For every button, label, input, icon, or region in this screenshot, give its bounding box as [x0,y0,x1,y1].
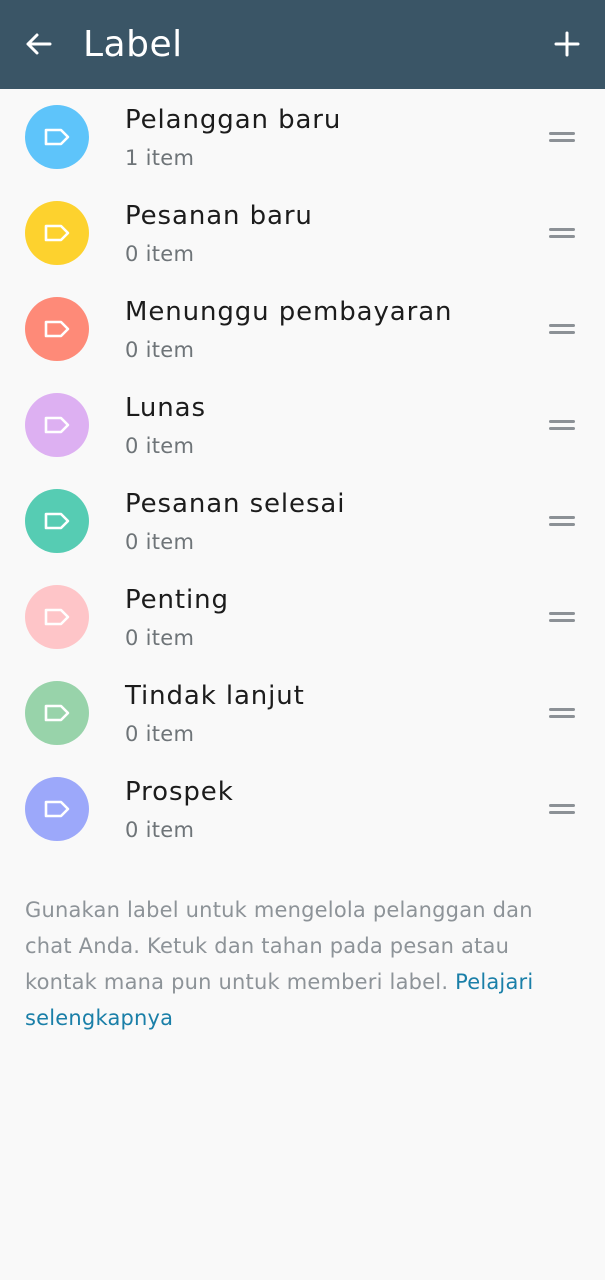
label-count: 0 item [125,242,195,266]
label-tag-icon [44,416,70,434]
label-avatar [25,393,89,457]
label-row[interactable]: Pesanan selesai 0 item [0,473,605,569]
label-row[interactable]: Penting 0 item [0,569,605,665]
label-count: 0 item [125,626,195,650]
label-tag-icon [44,224,70,242]
drag-handle[interactable] [547,607,577,627]
label-row[interactable]: Prospek 0 item [0,761,605,857]
drag-handle-icon [549,324,575,334]
label-count: 1 item [125,146,195,170]
label-tag-icon [44,704,70,722]
drag-handle-icon [549,420,575,430]
arrow-back-icon [26,33,52,55]
drag-handle-icon [549,132,575,142]
page-title: Label [83,24,183,65]
label-row[interactable]: Pelanggan baru 1 item [0,89,605,185]
label-name: Lunas [125,393,206,423]
drag-handle[interactable] [547,415,577,435]
label-count: 0 item [125,434,195,458]
label-name: Pelanggan baru [125,105,342,135]
drag-handle-icon [549,804,575,814]
label-tag-icon [44,608,70,626]
label-list: Pelanggan baru 1 item Pesanan baru 0 item Me… [0,89,605,857]
label-avatar [25,681,89,745]
app-bar: Label [0,0,605,89]
back-button[interactable] [14,20,62,68]
label-row[interactable]: Lunas 0 item [0,377,605,473]
label-row[interactable]: Tindak lanjut 0 item [0,665,605,761]
add-label-button[interactable] [543,20,591,68]
label-name: Penting [125,585,229,615]
label-name: Tindak lanjut [125,681,305,711]
label-avatar [25,201,89,265]
label-avatar [25,585,89,649]
drag-handle[interactable] [547,223,577,243]
drag-handle-icon [549,228,575,238]
drag-handle[interactable] [547,703,577,723]
plus-icon [554,31,580,57]
label-avatar [25,489,89,553]
drag-handle-icon [549,612,575,622]
label-name: Menunggu pembayaran [125,297,453,327]
label-name: Prospek [125,777,234,807]
footer-note: Gunakan label untuk mengelola pelanggan … [25,892,565,1036]
label-count: 0 item [125,818,195,842]
label-count: 0 item [125,530,195,554]
label-name: Pesanan selesai [125,489,346,519]
drag-handle[interactable] [547,127,577,147]
label-row[interactable]: Pesanan baru 0 item [0,185,605,281]
label-avatar [25,777,89,841]
label-count: 0 item [125,338,195,362]
label-avatar [25,297,89,361]
drag-handle[interactable] [547,319,577,339]
label-name: Pesanan baru [125,201,313,231]
label-tag-icon [44,320,70,338]
drag-handle[interactable] [547,799,577,819]
label-avatar [25,105,89,169]
label-row[interactable]: Menunggu pembayaran 0 item [0,281,605,377]
drag-handle-icon [549,516,575,526]
label-tag-icon [44,128,70,146]
label-count: 0 item [125,722,195,746]
label-tag-icon [44,800,70,818]
label-tag-icon [44,512,70,530]
drag-handle[interactable] [547,511,577,531]
drag-handle-icon [549,708,575,718]
